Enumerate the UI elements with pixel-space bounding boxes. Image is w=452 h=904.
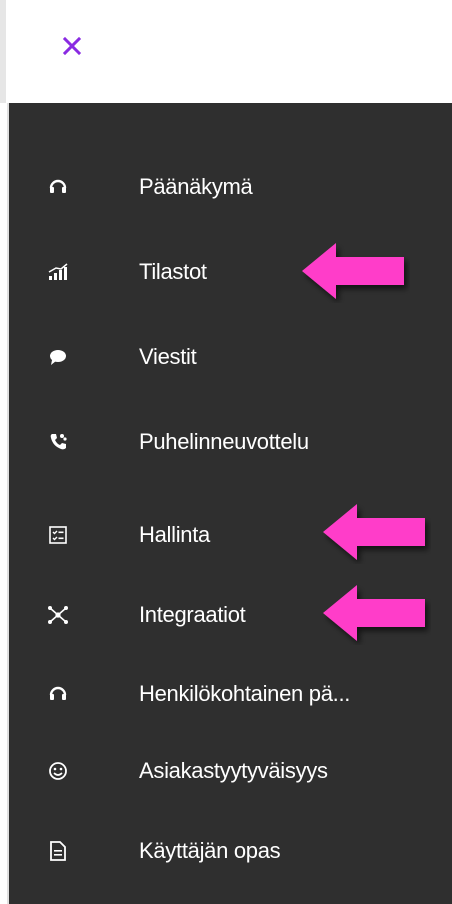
close-button[interactable] (58, 32, 86, 60)
sidebar-item-label: Asiakastyytyväisyys (139, 758, 328, 783)
annotation-arrow-icon (323, 585, 425, 641)
sidebar-item-label: Henkilökohtainen pä... (139, 681, 351, 706)
sidebar-item-label: Integraatiot (139, 602, 246, 627)
sidebar-item-label: Tilastot (139, 259, 207, 284)
sidebar-item-henkilokohtainen[interactable]: Henkilökohtainen pä... (9, 666, 452, 722)
sidebar-item-kayttajan-opas[interactable]: Käyttäjän opas (9, 823, 452, 879)
headset-icon (47, 683, 69, 705)
checklist-icon (47, 524, 69, 546)
menu-header (0, 0, 452, 103)
sidebar-item-asiakastyytyvaisyys[interactable]: Asiakastyytyväisyys (9, 743, 452, 799)
statistics-icon (47, 261, 69, 283)
phone-conference-icon (47, 431, 69, 453)
annotation-arrow-icon (302, 243, 404, 299)
sidebar-item-viestit[interactable]: Viestit (9, 329, 452, 385)
sidebar-item-puhelinneuvottelu[interactable]: Puhelinneuvottelu (9, 414, 452, 470)
sidebar-nav: Päänäkymä Tilastot Viestit Puhelinneuvot… (7, 103, 452, 904)
sidebar-item-label: Viestit (139, 344, 197, 369)
document-icon (47, 840, 69, 862)
sidebar-item-label: Käyttäjän opas (139, 838, 281, 863)
integration-icon (47, 604, 69, 626)
close-icon (63, 37, 81, 55)
chat-bubble-icon (47, 346, 69, 368)
headset-icon (47, 176, 69, 198)
sidebar-item-label: Hallinta (139, 522, 210, 547)
sidebar-item-label: Puhelinneuvottelu (139, 429, 309, 454)
sidebar-item-label: Päänäkymä (139, 174, 253, 199)
sidebar-item-paanakyma[interactable]: Päänäkymä (9, 159, 452, 215)
annotation-arrow-icon (323, 504, 425, 560)
smiley-icon (47, 760, 69, 782)
